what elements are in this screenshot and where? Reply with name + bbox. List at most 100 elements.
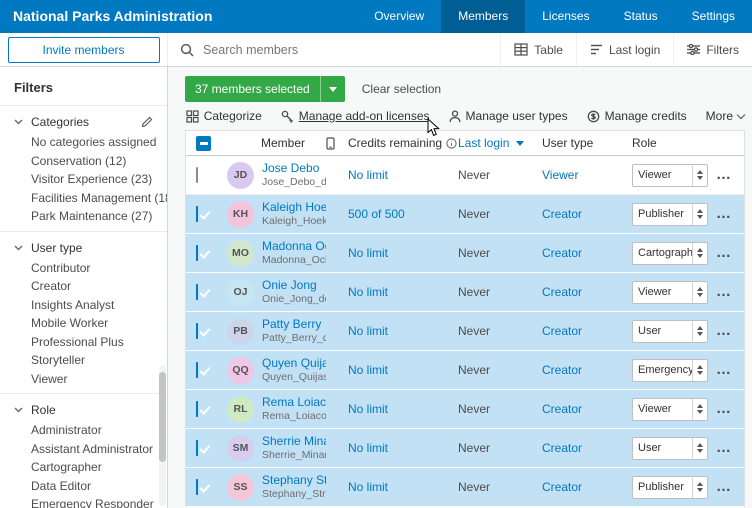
member-name-link[interactable]: Rema Loiacono: [262, 395, 326, 410]
row-checkbox[interactable]: [196, 167, 198, 183]
select-all-checkbox[interactable]: [196, 136, 211, 151]
category-filter-item[interactable]: Facilities Management (18): [0, 189, 167, 208]
user-type-column-header[interactable]: User type: [542, 136, 632, 150]
credits-remaining-link[interactable]: 500 of 500: [348, 207, 405, 221]
row-actions-ellipsis-button[interactable]: [716, 439, 732, 456]
role-select[interactable]: Viewer: [632, 398, 708, 421]
role-select[interactable]: Publisher: [632, 476, 708, 499]
user-type-link[interactable]: Creator: [542, 441, 582, 455]
role-select-arrows[interactable]: [692, 360, 707, 381]
row-actions-ellipsis-button[interactable]: [716, 205, 732, 222]
member-column-header[interactable]: Member: [222, 136, 326, 150]
role-select[interactable]: Cartographer: [632, 242, 708, 265]
info-icon[interactable]: [446, 138, 457, 149]
nav-tab[interactable]: Licenses: [525, 0, 606, 33]
category-filter-item[interactable]: Visitor Experience (23): [0, 170, 167, 189]
row-checkbox[interactable]: [196, 440, 198, 456]
member-name-link[interactable]: Quyen Quijas: [262, 356, 326, 371]
sidebar-scrollbar-track[interactable]: [159, 365, 166, 506]
row-checkbox[interactable]: [196, 284, 198, 300]
row-checkbox[interactable]: [196, 401, 198, 417]
category-filter-item[interactable]: Park Maintenance (27): [0, 207, 167, 226]
user-type-filter-item[interactable]: Contributor: [0, 259, 167, 278]
member-name-link[interactable]: Stephany Streic...: [262, 473, 326, 488]
more-actions-button[interactable]: More: [706, 109, 744, 123]
categorize-action[interactable]: Categorize: [186, 109, 262, 123]
member-name-link[interactable]: Kaleigh Hoekstra: [262, 200, 326, 215]
member-name-link[interactable]: Sherrie Minarik: [262, 434, 326, 449]
role-select[interactable]: User: [632, 437, 708, 460]
role-select-arrows[interactable]: [692, 165, 707, 186]
categories-section-header[interactable]: Categories: [0, 112, 167, 133]
user-type-link[interactable]: Creator: [542, 207, 582, 221]
row-checkbox[interactable]: [196, 206, 198, 222]
role-select[interactable]: Viewer: [632, 281, 708, 304]
role-select-arrows[interactable]: [692, 438, 707, 459]
user-type-filter-item[interactable]: Viewer: [0, 370, 167, 389]
member-name-link[interactable]: Jose Debo: [262, 161, 326, 176]
role-filter-item[interactable]: Emergency Responder: [0, 495, 167, 508]
manage-user-types-action[interactable]: Manage user types: [449, 109, 568, 123]
row-actions-ellipsis-button[interactable]: [716, 244, 732, 261]
manage-credits-action[interactable]: Manage credits: [587, 109, 687, 123]
sidebar-scrollbar-thumb[interactable]: [159, 372, 166, 462]
user-type-link[interactable]: Creator: [542, 402, 582, 416]
manage-add-on-licenses-action[interactable]: Manage add-on licenses: [281, 109, 430, 123]
row-actions-ellipsis-button[interactable]: [716, 322, 732, 339]
role-select-arrows[interactable]: [692, 243, 707, 264]
role-filter-item[interactable]: Cartographer: [0, 458, 167, 477]
role-select-arrows[interactable]: [692, 477, 707, 498]
role-filter-item[interactable]: Data Editor: [0, 477, 167, 496]
member-name-link[interactable]: Patty Berry: [262, 317, 326, 332]
user-type-link[interactable]: Creator: [542, 246, 582, 260]
role-select[interactable]: Publisher: [632, 203, 708, 226]
category-filter-item[interactable]: Conservation (12): [0, 152, 167, 171]
role-select[interactable]: User: [632, 320, 708, 343]
row-actions-ellipsis-button[interactable]: [716, 478, 732, 495]
nav-tab[interactable]: Status: [607, 0, 675, 33]
role-filter-item[interactable]: Assistant Administrator: [0, 440, 167, 459]
role-select-arrows[interactable]: [692, 399, 707, 420]
credits-remaining-link[interactable]: No limit: [348, 285, 388, 299]
user-type-filter-item[interactable]: Mobile Worker: [0, 314, 167, 333]
row-actions-ellipsis-button[interactable]: [716, 400, 732, 417]
category-filter-item[interactable]: No categories assigned: [0, 133, 167, 152]
members-selected-button[interactable]: 37 members selected: [185, 76, 345, 102]
invite-members-button[interactable]: Invite members: [8, 37, 160, 63]
user-type-link[interactable]: Creator: [542, 480, 582, 494]
nav-tab[interactable]: Members: [441, 0, 525, 33]
filters-button[interactable]: Filters: [673, 33, 752, 66]
user-type-link[interactable]: Viewer: [542, 168, 578, 182]
credits-remaining-link[interactable]: No limit: [348, 441, 388, 455]
credits-remaining-link[interactable]: No limit: [348, 324, 388, 338]
role-filter-item[interactable]: Administrator: [0, 421, 167, 440]
user-type-section-header[interactable]: User type: [0, 238, 167, 259]
clear-selection-button[interactable]: Clear selection: [362, 82, 441, 96]
credits-remaining-link[interactable]: No limit: [348, 168, 388, 182]
credits-remaining-link[interactable]: No limit: [348, 363, 388, 377]
row-actions-ellipsis-button[interactable]: [716, 283, 732, 300]
user-type-filter-item[interactable]: Creator: [0, 277, 167, 296]
role-column-header[interactable]: Role: [632, 136, 716, 150]
row-actions-ellipsis-button[interactable]: [716, 166, 732, 183]
last-login-column-header[interactable]: Last login: [458, 136, 542, 150]
nav-tab[interactable]: Settings: [675, 0, 752, 33]
user-type-link[interactable]: Creator: [542, 363, 582, 377]
role-select[interactable]: Emergency Responder: [632, 359, 708, 382]
role-section-header[interactable]: Role: [0, 400, 167, 421]
user-type-filter-item[interactable]: Storyteller: [0, 351, 167, 370]
edit-categories-icon[interactable]: [141, 116, 153, 128]
role-select-arrows[interactable]: [692, 204, 707, 225]
user-type-link[interactable]: Creator: [542, 285, 582, 299]
user-type-filter-item[interactable]: Professional Plus: [0, 333, 167, 352]
role-select-arrows[interactable]: [692, 321, 707, 342]
member-name-link[interactable]: Onie Jong: [262, 278, 326, 293]
row-checkbox[interactable]: [196, 245, 198, 261]
row-actions-ellipsis-button[interactable]: [716, 361, 732, 378]
role-select[interactable]: Viewer: [632, 164, 708, 187]
table-view-button[interactable]: Table: [500, 33, 576, 66]
credits-remaining-link[interactable]: No limit: [348, 480, 388, 494]
member-name-link[interactable]: Madonna Ochsner: [262, 239, 326, 254]
selected-dropdown-caret[interactable]: [320, 76, 345, 102]
role-select-arrows[interactable]: [692, 282, 707, 303]
